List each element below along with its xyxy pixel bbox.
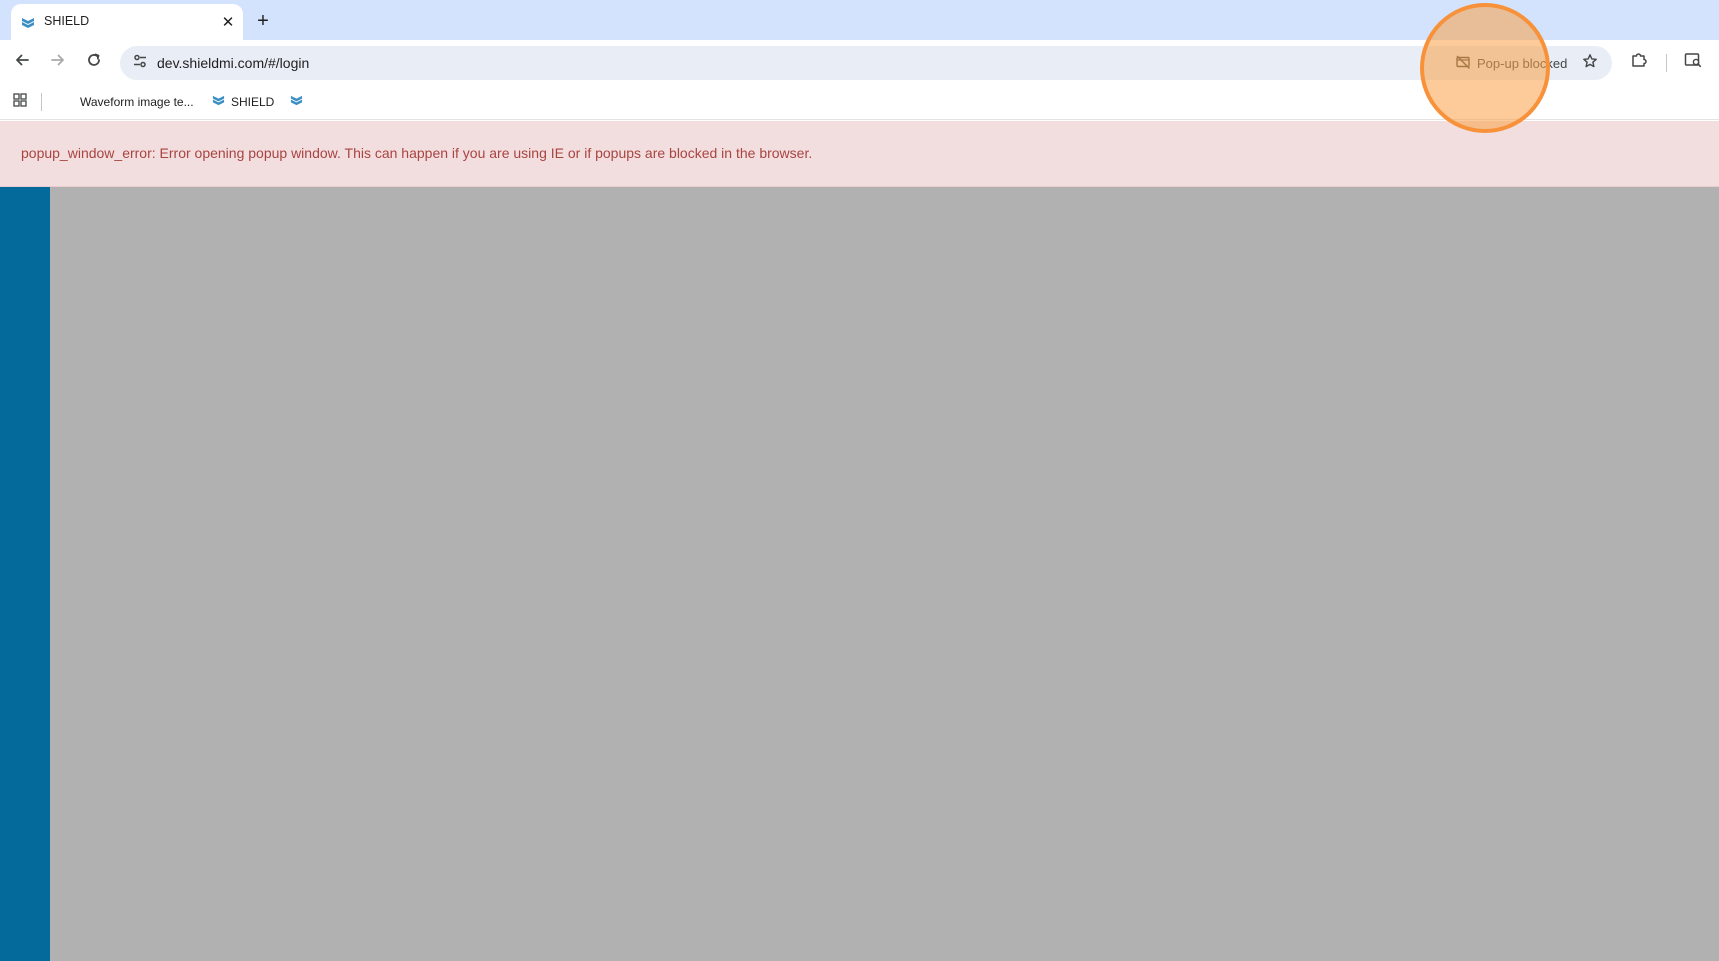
reload-icon (86, 52, 102, 73)
browser-toolbar: dev.shieldmi.com/#/login Pop-up blocked (0, 40, 1719, 84)
star-icon (1582, 53, 1598, 74)
arrow-left-icon (14, 52, 30, 73)
popup-blocked-icon (1455, 54, 1471, 73)
puzzle-icon (1630, 51, 1648, 74)
shield-chevron-icon (290, 94, 303, 110)
address-bar[interactable]: dev.shieldmi.com/#/login Pop-up blocked (120, 46, 1612, 80)
error-message: popup_window_error: Error opening popup … (21, 145, 813, 161)
modal-backdrop (50, 187, 1719, 961)
error-banner: popup_window_error: Error opening popup … (0, 121, 1719, 187)
bookmarks-bar: Waveform image te... SHIELD (0, 84, 1719, 120)
bookmark-shield[interactable]: SHIELD (212, 91, 274, 113)
site-info-button[interactable] (128, 51, 152, 75)
url-text[interactable]: dev.shieldmi.com/#/login (157, 55, 309, 71)
tab-close-icon[interactable]: ✕ (218, 12, 238, 32)
bookmarks-separator (41, 93, 42, 111)
tab-shield[interactable]: SHIELD ✕ (11, 4, 243, 40)
side-panel-search-button[interactable] (1681, 50, 1705, 74)
bookmark-label: Waveform image te... (80, 95, 194, 109)
popup-blocked-label: Pop-up blocked (1477, 55, 1568, 71)
tab-title: SHIELD (44, 14, 90, 28)
toolbar-divider (1666, 54, 1667, 72)
search-panel-icon (1684, 51, 1702, 74)
bookmark-star-button[interactable] (1578, 51, 1602, 75)
shield-chevron-icon (21, 16, 35, 30)
tune-icon (132, 53, 148, 74)
bookmark-shield-icon-only[interactable] (290, 91, 303, 113)
extensions-button[interactable] (1627, 50, 1651, 74)
apps-button[interactable] (10, 92, 30, 112)
apps-grid-icon (13, 92, 27, 112)
back-button[interactable] (10, 50, 34, 74)
new-tab-button[interactable]: + (252, 10, 274, 32)
app-sidebar (0, 187, 50, 961)
shield-chevron-icon (212, 94, 225, 110)
tab-strip: SHIELD ✕ + (0, 0, 1719, 40)
popup-blocked-chip[interactable]: Pop-up blocked (1449, 51, 1573, 75)
bookmark-label: SHIELD (231, 95, 275, 109)
reload-button[interactable] (82, 50, 106, 74)
forward-button[interactable] (46, 50, 70, 74)
arrow-right-icon (50, 52, 66, 73)
bookmark-waveform[interactable]: Waveform image te... (80, 91, 194, 113)
